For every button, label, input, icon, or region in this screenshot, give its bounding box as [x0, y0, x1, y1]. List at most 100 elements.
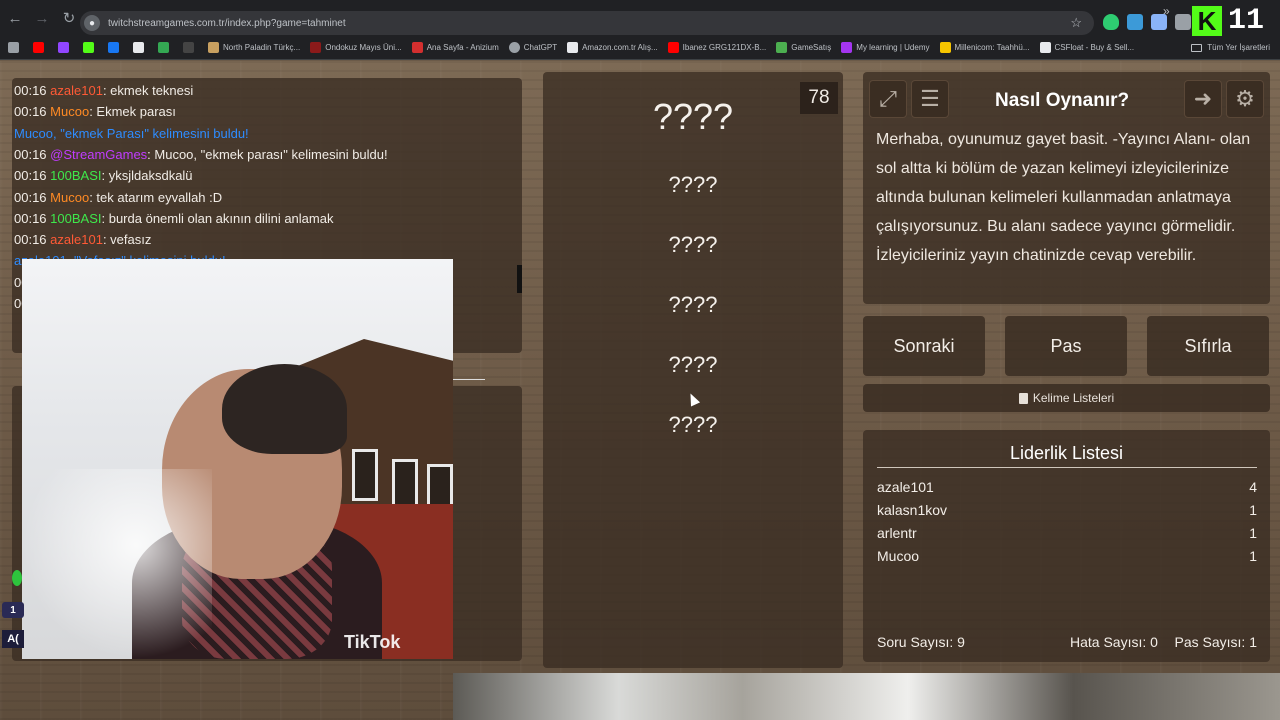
bookmark-link[interactable]: Ibanez GRG121DX-B... — [667, 42, 766, 53]
translate-extension-icon[interactable] — [1127, 14, 1143, 30]
chat-timestamp: 00:16 — [14, 232, 47, 248]
leaderboard-row: Mucoo 1 — [877, 548, 1257, 564]
chat-username: @StreamGames — [50, 146, 148, 162]
pass-button[interactable]: Pas — [1005, 316, 1127, 376]
chat-timestamp: 00:16 — [14, 83, 47, 98]
green-indicator — [12, 570, 22, 586]
chat-text: : Ekmek parası — [89, 104, 176, 120]
all-bookmarks-button[interactable]: Tüm Yer İşaretleri — [1191, 43, 1270, 52]
list-icon[interactable]: ☰ — [911, 80, 949, 118]
main-word: ???? — [652, 96, 734, 137]
chat-message: 00:16 Mucoo: Ekmek parası — [14, 104, 176, 119]
back-icon[interactable]: ← — [3, 6, 27, 30]
bookmark-link[interactable]: GameSatış — [776, 42, 831, 53]
overlay-clock: 11 — [1228, 4, 1265, 38]
site-info-icon[interactable]: ● — [84, 15, 100, 31]
chat-timestamp: 00:16 — [14, 168, 47, 184]
apps-icon[interactable] — [8, 42, 23, 53]
chat-timestamp: 00:16 — [14, 104, 47, 120]
forward-icon[interactable]: → — [30, 6, 54, 30]
star-icon[interactable]: ☆ — [1070, 15, 1082, 31]
leaderboard-title: Liderlik Listesi — [1009, 443, 1124, 463]
webcam-overlay: TikTok — [22, 259, 453, 659]
url-text: twitchstreamgames.com.tr/index.php?game=… — [108, 17, 346, 29]
question-count: Soru Sayısı: 9 — [877, 634, 965, 650]
forbidden-word: ???? — [668, 412, 718, 437]
forbidden-word: ???? — [668, 172, 718, 197]
howto-text: Merhaba, oyunumuz gayet basit. -Yayıncı … — [876, 131, 1251, 264]
bookmark-link[interactable]: Millenicom: Taahhü... — [939, 42, 1030, 53]
app-icon[interactable] — [158, 42, 173, 53]
bookmark-link[interactable]: ChatGPT — [508, 42, 557, 53]
bookmark-link[interactable]: Ana Sayfa - Anizium — [411, 42, 499, 53]
next-button[interactable]: Sonraki — [863, 316, 985, 376]
leaderboard-row: arlentr 1 — [877, 525, 1257, 541]
chat-message: 00:16 100BASI: burda önemli olan akının … — [14, 211, 333, 226]
chat-message: 00:16 azale101: ekmek teknesi — [14, 83, 193, 98]
bookmark-link[interactable]: Ondokuz Mayıs Üni... — [310, 42, 402, 53]
settings-icon[interactable]: ⚙ — [1226, 80, 1264, 118]
shield-extension-icon[interactable] — [1103, 14, 1119, 30]
window-shape — [352, 449, 378, 501]
reset-button[interactable]: Sıfırla — [1147, 316, 1269, 376]
bookmarks-bar: North Paladin Türkç... Ondokuz Mayıs Üni… — [0, 36, 1280, 60]
divider — [877, 467, 1257, 468]
kick-icon[interactable] — [83, 42, 98, 53]
twitch-icon[interactable] — [58, 42, 73, 53]
bookmark-link[interactable]: North Paladin Türkç... — [208, 42, 300, 53]
chat-username: Mucoo — [50, 104, 90, 120]
divider — [453, 379, 485, 380]
exit-icon[interactable]: ➜ — [1184, 80, 1222, 118]
word-lists-button[interactable]: Kelime Listeleri — [863, 384, 1270, 412]
bookmark-link[interactable]: Amazon.com.tr Alış... — [567, 42, 658, 53]
badge: A( — [2, 630, 24, 648]
chat-message: 00:16 @StreamGames: Mucoo, "ekmek parası… — [14, 147, 388, 162]
chat-username: 100BASI — [50, 168, 102, 184]
x-icon[interactable] — [133, 42, 148, 53]
chat-text: : vefasız — [102, 232, 152, 248]
kick-logo-icon: K — [1192, 6, 1222, 36]
smoke-cloud — [22, 469, 212, 659]
address-bar[interactable]: ● twitchstreamgames.com.tr/index.php?gam… — [80, 11, 1094, 35]
bookmark-link[interactable]: CSFloat - Buy & Sell... — [1039, 42, 1134, 53]
error-count: Hata Sayısı: 0 — [1070, 634, 1158, 650]
chat-username: 100BASI — [50, 210, 102, 226]
chat-timestamp: 00:16 — [14, 189, 47, 205]
chat-system-message: Mucoo, "ekmek Parası" kelimesini buldu! — [14, 125, 249, 141]
puzzle-extension-icon[interactable] — [1175, 14, 1191, 30]
background-map-image — [453, 673, 1280, 720]
leaderboard-row: azale101 4 — [877, 479, 1257, 495]
chat-username: Mucoo — [50, 189, 90, 205]
chat-message: 00:16 azale101: vefasız — [14, 232, 151, 247]
leaderboard-panel — [863, 430, 1270, 662]
pass-count: Pas Sayısı: 1 — [1174, 634, 1257, 650]
reload-icon[interactable]: ↻ — [57, 6, 81, 30]
badge: 1 — [2, 602, 24, 618]
bookmarks-overflow-icon[interactable]: » — [1163, 4, 1170, 18]
chat-text: : tek atarım eyvallah :D — [89, 189, 223, 205]
clipboard-icon — [1018, 392, 1028, 404]
media-icon[interactable] — [183, 42, 198, 53]
folder-icon — [1191, 43, 1203, 52]
chat-message: 00:16 100BASI: yksjldaksdkalü — [14, 168, 193, 183]
forbidden-word: ???? — [668, 292, 718, 317]
chat-text: : ekmek teknesi — [102, 83, 194, 98]
howto-title: Nasıl Oynanır? — [995, 90, 1130, 111]
person-hair — [222, 364, 347, 454]
chat-message: 00:16 Mucoo: tek atarım eyvallah :D — [14, 190, 222, 205]
fullscreen-icon[interactable]: ⤢ — [869, 80, 907, 118]
chat-text: : Mucoo, "ekmek parası" kelimesini buldu… — [147, 146, 388, 162]
forbidden-word: ???? — [668, 232, 718, 257]
chat-username: azale101 — [50, 83, 103, 98]
facebook-icon[interactable] — [108, 42, 123, 53]
forbidden-word: ???? — [668, 352, 718, 377]
youtube-icon[interactable] — [33, 42, 48, 53]
bookmark-link[interactable]: My learning | Udemy — [841, 42, 930, 53]
chat-username: azale101 — [50, 232, 103, 248]
chat-timestamp: 00:16 — [14, 146, 47, 162]
tiktok-watermark: TikTok — [344, 632, 401, 652]
leaderboard-row: kalasn1kov 1 — [877, 502, 1257, 518]
chat-scrollbar[interactable] — [517, 265, 522, 293]
chat-text: : burda önemli olan akının dilini anlama… — [101, 210, 334, 226]
chat-timestamp: 00:16 — [14, 210, 47, 226]
